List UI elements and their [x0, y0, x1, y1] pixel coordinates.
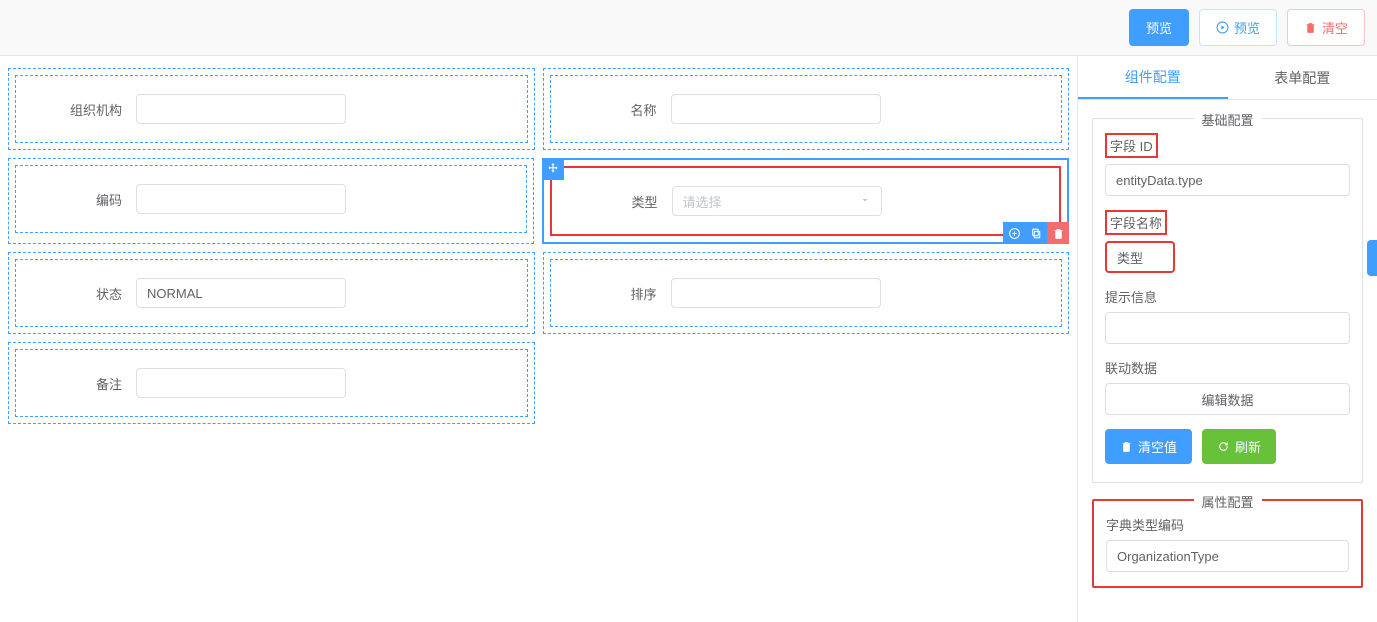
plus-circle-icon: [1008, 227, 1021, 240]
field-label: 编码: [32, 190, 122, 209]
code-field[interactable]: [136, 184, 346, 214]
preview-button-outline[interactable]: 预览: [1199, 9, 1277, 46]
refresh-icon: [1217, 440, 1230, 453]
field-label: 名称: [567, 100, 657, 119]
field-id-label: 字段 ID: [1110, 136, 1153, 155]
move-handle[interactable]: [542, 158, 564, 180]
status-field[interactable]: [136, 278, 346, 308]
attr-config-section: 属性配置 字典类型编码: [1092, 499, 1363, 588]
cell-inner: 类型 请选择: [550, 166, 1062, 236]
text-input[interactable]: [147, 286, 335, 301]
sort-field-cell[interactable]: 排序: [543, 252, 1070, 334]
config-panel: 组件配置 表单配置 基础配置 字段 ID 字段名称 提示信息: [1077, 56, 1377, 622]
field-label: 排序: [567, 284, 657, 303]
remark-field[interactable]: [136, 368, 346, 398]
copy-action[interactable]: [1025, 222, 1047, 244]
basic-config-section: 基础配置 字段 ID 字段名称 提示信息 联动数据 编辑: [1092, 118, 1363, 483]
tab-form[interactable]: 表单配置: [1228, 56, 1377, 99]
text-input[interactable]: [682, 286, 870, 301]
org-field[interactable]: [136, 94, 346, 124]
section-title: 属性配置: [1193, 492, 1261, 511]
trash-icon: [1120, 440, 1133, 453]
code-field-cell[interactable]: 编码: [8, 158, 534, 244]
cell-inner: 编码: [15, 165, 527, 233]
field-label: 类型: [568, 192, 658, 211]
trash-icon: [1304, 21, 1317, 34]
org-field-cell[interactable]: 组织机构: [8, 68, 535, 150]
trash-icon: [1052, 227, 1065, 240]
toolbar: 预览 预览 清空: [0, 0, 1377, 56]
name-field[interactable]: [671, 94, 881, 124]
refresh-button[interactable]: 刷新: [1202, 429, 1276, 464]
remark-field-cell[interactable]: 备注: [8, 342, 535, 424]
form-canvas[interactable]: 组织机构 名称编码 类型 请选择状态 排序备注: [0, 56, 1077, 622]
tab-component[interactable]: 组件配置: [1078, 56, 1228, 99]
clear-value-button[interactable]: 清空值: [1105, 429, 1192, 464]
preview-button-solid[interactable]: 预览: [1129, 9, 1189, 46]
field-label: 组织机构: [32, 100, 122, 119]
delete-action[interactable]: [1047, 222, 1069, 244]
config-tabs: 组件配置 表单配置: [1078, 56, 1377, 100]
status-field-cell[interactable]: 状态: [8, 252, 535, 334]
type-field[interactable]: 请选择: [672, 186, 882, 216]
text-input[interactable]: [147, 376, 335, 391]
select-value: 请选择: [683, 192, 722, 211]
edit-linkage-button[interactable]: 编辑数据: [1105, 383, 1350, 415]
cell-inner: 备注: [15, 349, 528, 417]
add-action[interactable]: [1003, 222, 1025, 244]
text-input[interactable]: [147, 192, 335, 207]
tip-input[interactable]: [1105, 312, 1350, 344]
copy-icon: [1030, 227, 1043, 240]
name-field-cell[interactable]: 名称: [543, 68, 1070, 150]
tip-label: 提示信息: [1105, 287, 1350, 306]
field-label: 状态: [32, 284, 122, 303]
cell-inner: 排序: [550, 259, 1063, 327]
field-name-input[interactable]: [1105, 241, 1175, 273]
text-input[interactable]: [147, 102, 335, 117]
field-name-label: 字段名称: [1110, 213, 1162, 232]
move-icon: [546, 162, 560, 176]
cell-inner: 状态: [15, 259, 528, 327]
field-label: 备注: [32, 374, 122, 393]
cell-inner: 名称: [550, 75, 1063, 143]
clear-button[interactable]: 清空: [1287, 9, 1365, 46]
text-input[interactable]: [682, 102, 870, 117]
section-title: 基础配置: [1193, 110, 1261, 129]
dict-type-input[interactable]: [1106, 540, 1349, 572]
cell-actions: [1003, 222, 1069, 244]
dict-type-label: 字典类型编码: [1106, 515, 1349, 534]
chevron-down-icon: [859, 194, 871, 209]
type-field-cell[interactable]: 类型 请选择: [542, 158, 1070, 244]
linkage-label: 联动数据: [1105, 358, 1350, 377]
field-id-input[interactable]: [1105, 164, 1350, 196]
side-drawer-handle[interactable]: [1367, 240, 1377, 276]
play-icon: [1216, 21, 1229, 34]
sort-field[interactable]: [671, 278, 881, 308]
cell-inner: 组织机构: [15, 75, 528, 143]
